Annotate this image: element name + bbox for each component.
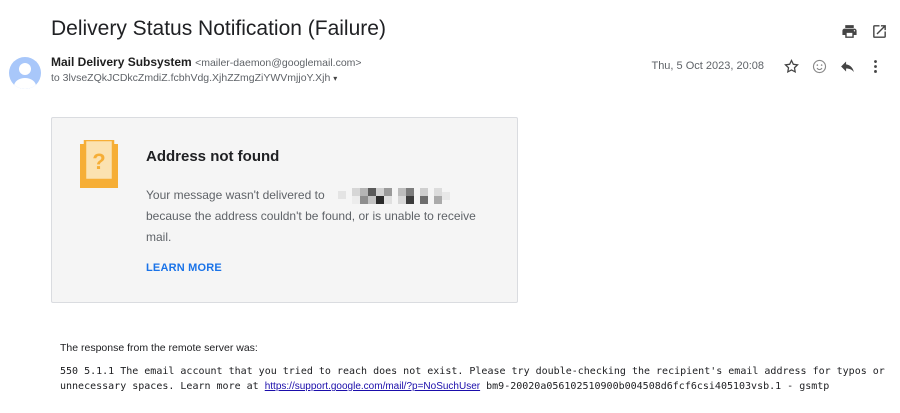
open-in-new-window-icon[interactable] <box>868 20 890 42</box>
warning-document-icon: ? <box>80 140 118 188</box>
message-meta: Thu, 5 Oct 2023, 20:08 <box>651 55 886 77</box>
email-subject: Delivery Status Notification (Failure) <box>51 17 386 40</box>
more-vertical-icon[interactable] <box>864 55 886 77</box>
chevron-down-icon[interactable]: ▾ <box>333 74 337 83</box>
emoji-react-icon[interactable] <box>808 55 830 77</box>
response-heading: The response from the remote server was: <box>60 342 258 354</box>
sender-email: <mailer-daemon@googlemail.com> <box>195 57 362 69</box>
message-date: Thu, 5 Oct 2023, 20:08 <box>651 60 764 72</box>
server-response: 550 5.1.1 The email account that you tri… <box>60 364 890 394</box>
message-prefix: Your message wasn't delivered to <box>146 188 325 202</box>
avatar <box>9 57 41 89</box>
message-suffix: because the address couldn't be found, o… <box>146 209 476 244</box>
card-title: Address not found <box>146 148 280 165</box>
sender: Mail Delivery Subsystem <mailer-daemon@g… <box>51 55 362 69</box>
bounce-card: ? Address not found Your message wasn't … <box>51 117 518 303</box>
svg-text:?: ? <box>92 149 105 174</box>
thread-actions <box>838 20 890 42</box>
support-link[interactable]: https://support.google.com/mail/?p=NoSuc… <box>265 381 480 392</box>
sender-name[interactable]: Mail Delivery Subsystem <box>51 55 192 69</box>
reply-icon[interactable] <box>836 55 858 77</box>
star-icon[interactable] <box>780 55 802 77</box>
card-message: Your message wasn't delivered to because <box>146 185 491 248</box>
redacted-address-image <box>337 187 450 204</box>
print-icon[interactable] <box>838 20 860 42</box>
response-code: bm9-20020a056102510900b004508d6fcf6csi40… <box>486 381 830 392</box>
recipient-address: to 3lvseZQkJCDkcZmdiZ.fcbhVdg.XjhZZmgZiY… <box>51 72 331 84</box>
learn-more-link[interactable]: LEARN MORE <box>146 262 222 274</box>
recipient-line: to 3lvseZQkJCDkcZmdiZ.fcbhVdg.XjhZZmgZiY… <box>51 72 337 84</box>
